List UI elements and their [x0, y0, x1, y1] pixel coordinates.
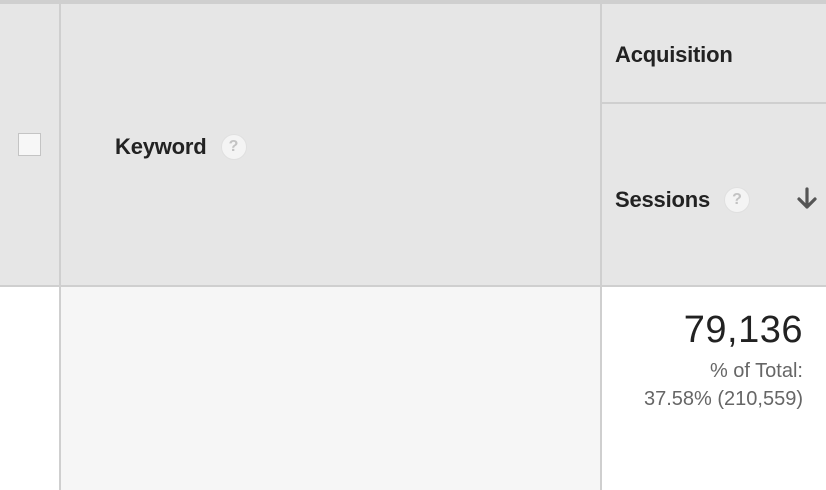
table-row: 79,136 % of Total: 37.58% (210,559)	[0, 287, 826, 490]
keyword-help-icon[interactable]: ?	[220, 134, 247, 160]
sessions-cell: 79,136 % of Total: 37.58% (210,559)	[604, 287, 826, 490]
sessions-total-value: 79,136	[683, 309, 803, 351]
acquisition-group-header: Acquisition	[602, 4, 826, 104]
select-all-checkbox[interactable]	[18, 133, 41, 156]
sessions-total-percentage: % of Total: 37.58% (210,559)	[644, 357, 803, 413]
column-divider-checkbox	[59, 4, 61, 490]
sessions-header-label: Sessions	[615, 187, 711, 212]
keyword-column-header[interactable]: Keyword ?	[115, 134, 247, 160]
sessions-column-header[interactable]: Sessions ?	[615, 187, 751, 213]
table-header-row: Keyword ? Acquisition Sessions ?	[0, 4, 826, 287]
column-divider-keyword	[600, 4, 602, 490]
percent-of-total-value: 37.58% (210,559)	[643, 388, 803, 410]
percent-of-total-label: % of Total:	[709, 360, 803, 382]
arrow-down-icon[interactable]	[795, 186, 819, 212]
keyword-header-label: Keyword	[115, 134, 207, 159]
keyword-cell	[61, 287, 602, 490]
report-table: Keyword ? Acquisition Sessions ? 79,136 …	[0, 0, 826, 490]
acquisition-group-label: Acquisition	[615, 42, 733, 67]
sessions-help-icon[interactable]: ?	[724, 187, 751, 213]
